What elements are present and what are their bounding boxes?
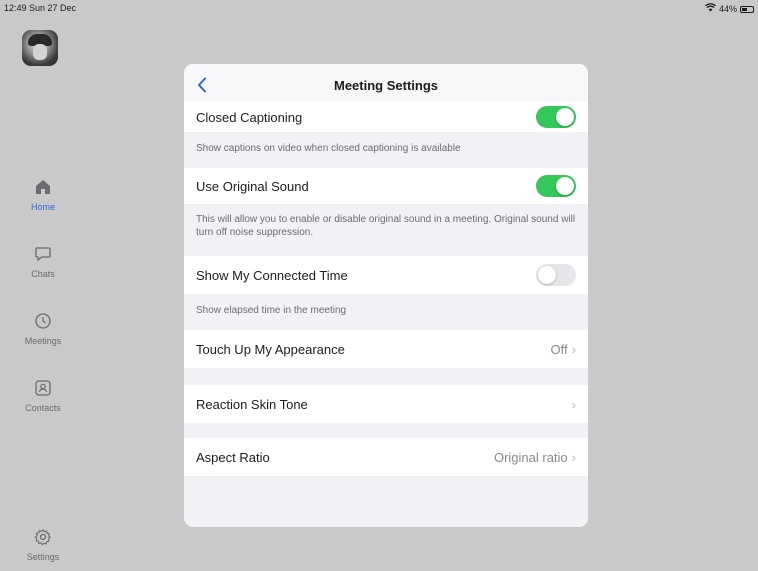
sidebar-item-label: Meetings <box>24 336 62 346</box>
sidebar-item-label: Chats <box>31 269 55 279</box>
sidebar-item-meetings[interactable]: Meetings <box>0 310 86 356</box>
setting-value: Original ratio › <box>494 450 576 465</box>
setting-row-aspect-ratio[interactable]: Aspect Ratio Original ratio › <box>184 438 588 476</box>
meeting-settings-modal: Meeting Settings Closed Captioning Show … <box>184 64 588 527</box>
sidebar-item-settings[interactable]: Settings <box>0 526 86 571</box>
setting-row-touch-up[interactable]: Touch Up My Appearance Off › <box>184 330 588 368</box>
battery-icon <box>740 5 754 13</box>
status-bar: 12:49 Sun 27 Dec 44% <box>0 0 758 16</box>
setting-row-closed-captioning: Closed Captioning <box>184 102 588 132</box>
modal-title: Meeting Settings <box>333 78 438 93</box>
closed-captioning-toggle[interactable] <box>536 106 576 128</box>
sidebar-item-label: Settings <box>26 552 60 562</box>
touch-up-value: Off <box>550 341 568 357</box>
setting-row-skin-tone[interactable]: Reaction Skin Tone › <box>184 385 588 423</box>
setting-value: Off › <box>551 342 576 357</box>
sidebar-item-chats[interactable]: Chats <box>0 243 86 289</box>
setting-row-original-sound: Use Original Sound <box>184 168 588 204</box>
setting-label: Reaction Skin Tone <box>196 396 308 412</box>
status-indicators: 44% <box>704 3 754 15</box>
sidebar-item-label: Contacts <box>25 403 61 413</box>
avatar[interactable] <box>22 30 58 66</box>
gear-icon <box>32 526 54 548</box>
setting-label: Use Original Sound <box>196 178 309 194</box>
setting-description: Show elapsed time in the meeting <box>196 305 347 316</box>
sidebar: Home Chats Meetings Contacts Settings <box>0 16 86 571</box>
chevron-right-icon: › <box>571 341 576 357</box>
original-sound-toggle[interactable] <box>536 175 576 197</box>
clock-icon <box>32 310 54 332</box>
chat-bubble-icon <box>32 243 54 265</box>
setting-label: Aspect Ratio <box>196 449 270 465</box>
setting-row-connected-time: Show My Connected Time <box>184 256 588 294</box>
sidebar-item-home[interactable]: Home <box>0 176 86 222</box>
wifi-icon <box>704 3 717 15</box>
sidebar-item-contacts[interactable]: Contacts <box>0 377 86 423</box>
home-icon <box>32 176 54 198</box>
setting-label: Touch Up My Appearance <box>196 341 345 357</box>
status-time: 12:49 Sun 27 Dec <box>4 3 77 13</box>
setting-label: Closed Captioning <box>196 109 303 125</box>
chevron-right-icon: › <box>571 449 576 465</box>
setting-value: › <box>568 397 576 412</box>
sidebar-item-label: Home <box>30 202 55 212</box>
setting-description: Show captions on video when closed capti… <box>196 143 461 154</box>
setting-description: This will allow you to enable or disable… <box>196 214 576 238</box>
setting-label: Show My Connected Time <box>196 267 348 283</box>
aspect-ratio-value: Original ratio <box>493 449 568 465</box>
connected-time-toggle[interactable] <box>536 264 576 286</box>
contact-card-icon <box>32 377 54 399</box>
chevron-right-icon: › <box>571 396 576 412</box>
battery-percent: 44% <box>718 4 737 14</box>
modal-header: Meeting Settings <box>184 64 588 106</box>
